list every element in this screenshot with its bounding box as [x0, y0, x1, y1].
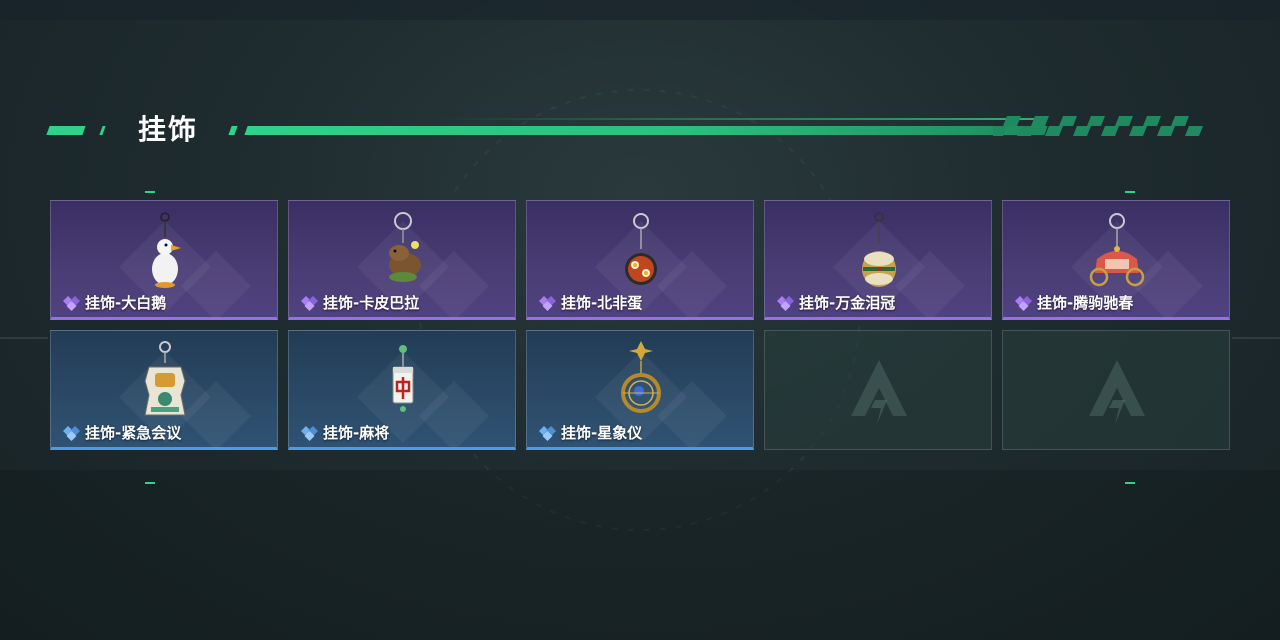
empty-charm-slot[interactable] — [764, 330, 992, 450]
charm-label: 挂饰-北非蛋 — [537, 292, 642, 313]
empty-slot-logo-icon — [1089, 360, 1145, 424]
charm-slot[interactable]: 挂饰-北非蛋 — [526, 200, 754, 320]
header-progress-bar — [244, 126, 1048, 135]
charm-slot[interactable]: 挂饰-大白鹅 — [50, 200, 278, 320]
header-checker-pattern — [993, 116, 1203, 136]
charm-label: 挂饰-大白鹅 — [61, 292, 166, 313]
goose-charm-icon — [152, 212, 181, 288]
epic-rarity-icon — [63, 295, 80, 311]
charm-name: 挂饰-麻将 — [323, 424, 390, 442]
corner-tick — [145, 191, 155, 193]
charm-name: 挂饰-万金泪冠 — [799, 294, 896, 312]
charm-slot[interactable]: 挂饰-星象仪 — [526, 330, 754, 450]
epic-rarity-icon — [777, 295, 794, 311]
charm-label: 挂饰-万金泪冠 — [775, 292, 895, 313]
header-accent-bar — [46, 126, 86, 135]
capybara-charm-icon — [389, 212, 421, 282]
empty-charm-slot[interactable] — [1002, 330, 1230, 450]
charm-label: 挂饰-麻将 — [299, 422, 389, 443]
astrolabe-charm-icon — [621, 341, 661, 413]
page-title: 挂饰 — [138, 113, 199, 146]
header-accent-small — [228, 126, 238, 135]
charm-slot[interactable]: 挂饰-麻将 — [288, 330, 516, 450]
shakshuka-charm-icon — [625, 213, 657, 285]
charm-name: 挂饰-卡皮巴拉 — [323, 294, 420, 312]
charm-name: 挂饰-大白鹅 — [85, 294, 167, 312]
charm-slot[interactable]: 挂饰-腾驹驰春 — [1002, 200, 1230, 320]
charm-name: 挂饰-北非蛋 — [561, 294, 643, 312]
rare-rarity-icon — [63, 425, 80, 441]
header-accent-tick — [99, 126, 106, 135]
epic-rarity-icon — [539, 295, 556, 311]
corner-tick — [145, 482, 155, 484]
rare-rarity-icon — [301, 425, 318, 441]
charm-label: 挂饰-卡皮巴拉 — [299, 292, 419, 313]
corner-tick — [1125, 191, 1135, 193]
charm-slot[interactable]: 挂饰-卡皮巴拉 — [288, 200, 516, 320]
mahjong-tile-charm-icon — [392, 345, 414, 412]
section-header: 挂饰 — [46, 100, 1208, 150]
charm-label: 挂饰-紧急会议 — [61, 422, 181, 443]
rare-rarity-icon — [539, 425, 556, 441]
carriage-charm-icon — [1089, 213, 1145, 287]
charm-name: 挂饰-紧急会议 — [85, 424, 182, 442]
charm-label: 挂饰-腾驹驰春 — [1013, 292, 1133, 313]
charm-label: 挂饰-星象仪 — [537, 422, 642, 443]
jeweled-crown-charm-icon — [862, 212, 896, 287]
epic-rarity-icon — [301, 295, 318, 311]
header-thin-line — [438, 118, 1038, 120]
charm-slot[interactable]: 挂饰-万金泪冠 — [764, 200, 992, 320]
empty-slot-logo-icon — [851, 360, 907, 424]
top-shadow — [0, 0, 1280, 20]
charm-grid: 挂饰-大白鹅 挂饰-卡皮巴拉 挂饰-北非蛋 挂饰-万金泪冠 挂饰-腾驹驰春 挂饰… — [50, 200, 1230, 450]
charm-name: 挂饰-星象仪 — [561, 424, 643, 442]
epic-rarity-icon — [1015, 295, 1032, 311]
meeting-badge-charm-icon — [144, 341, 186, 416]
charm-name: 挂饰-腾驹驰春 — [1037, 294, 1134, 312]
charm-slot[interactable]: 挂饰-紧急会议 — [50, 330, 278, 450]
corner-tick — [1125, 482, 1135, 484]
